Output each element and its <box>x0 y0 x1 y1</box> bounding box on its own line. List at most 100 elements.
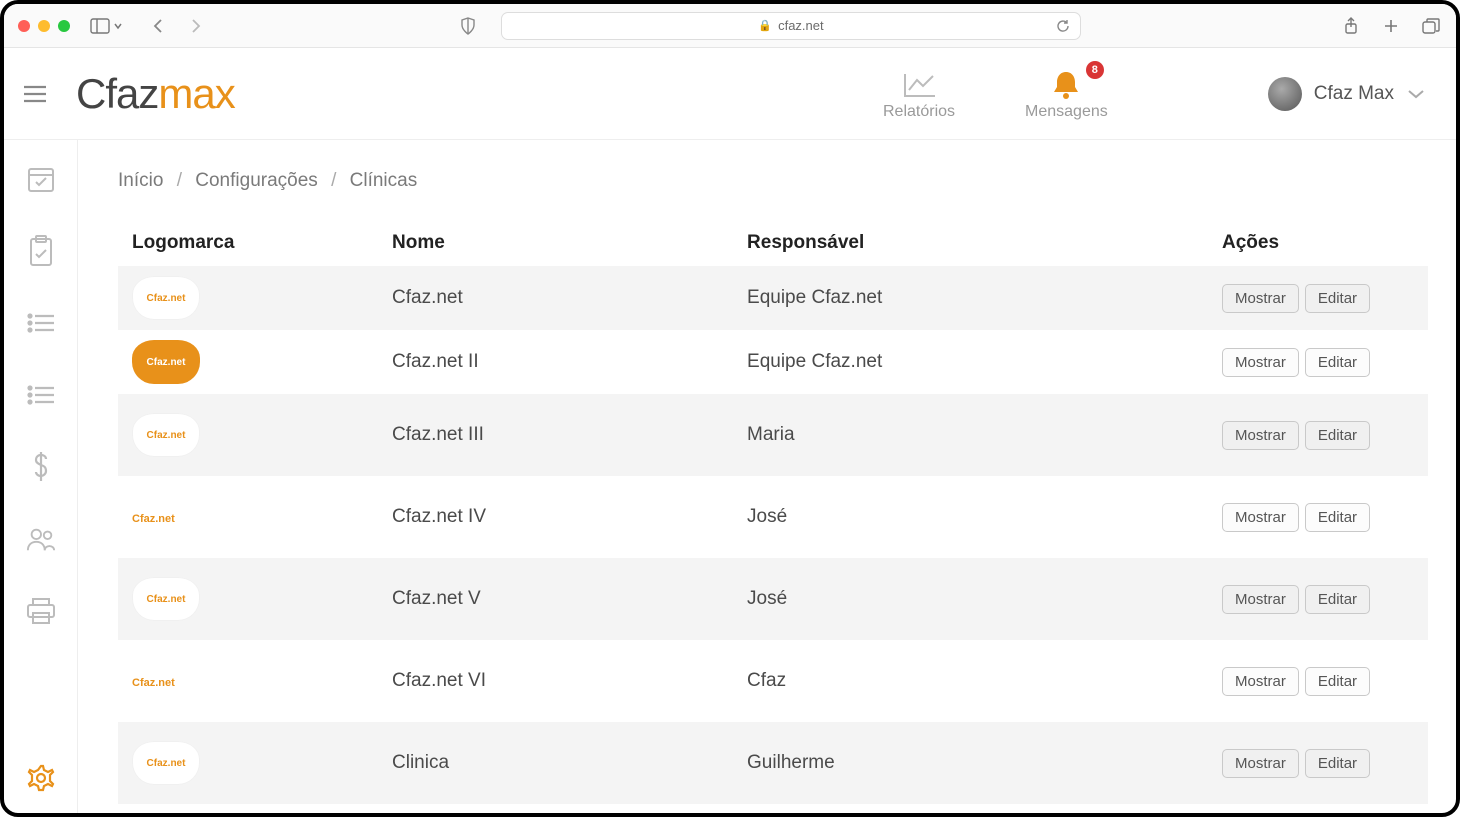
avatar <box>1268 77 1302 111</box>
edit-button[interactable]: Editar <box>1305 503 1370 532</box>
notification-badge: 8 <box>1086 61 1104 79</box>
minimize-icon[interactable] <box>38 20 50 32</box>
table-row: Cfaz.netCfaz.net IIIMariaMostrarEditar <box>118 394 1428 476</box>
cell-owner: José <box>733 558 1208 640</box>
col-owner: Responsável <box>733 220 1208 266</box>
table-row: Cfaz.netCfaz.netEquipe Cfaz.netMostrarEd… <box>118 266 1428 330</box>
cell-logo: Cfaz.net <box>118 476 378 558</box>
tabs-overview-icon[interactable] <box>1420 15 1442 37</box>
cell-owner: Equipe Cfaz.net <box>733 330 1208 394</box>
printer-icon[interactable] <box>26 596 56 626</box>
clinic-logo: Cfaz.net <box>132 677 175 689</box>
nav-reports-label: Relatórios <box>883 103 955 121</box>
clipboard-check-icon[interactable] <box>26 236 56 266</box>
cell-name: Clinica <box>378 722 733 804</box>
cell-actions: MostrarEditar <box>1208 640 1428 722</box>
cell-actions: MostrarEditar <box>1208 330 1428 394</box>
clinic-logo: Cfaz.net <box>132 577 200 621</box>
clinic-logo: Cfaz.net <box>132 513 175 525</box>
edit-button[interactable]: Editar <box>1305 421 1370 450</box>
cell-logo: Cfaz.net <box>118 722 378 804</box>
clinic-logo: Cfaz.net <box>132 276 200 320</box>
table-row: Cfaz.netCfaz.net VJoséMostrarEditar <box>118 558 1428 640</box>
forward-button[interactable] <box>185 15 207 37</box>
edit-button[interactable]: Editar <box>1305 749 1370 778</box>
nav-messages-label: Mensagens <box>1025 103 1108 121</box>
nav-messages[interactable]: 8 Mensagens <box>1025 67 1108 121</box>
lock-icon: 🔒 <box>758 19 772 32</box>
share-icon[interactable] <box>1340 15 1362 37</box>
traffic-lights <box>18 20 70 32</box>
user-name: Cfaz Max <box>1314 83 1394 105</box>
clinic-logo: Cfaz.net <box>132 340 200 384</box>
maximize-icon[interactable] <box>58 20 70 32</box>
chevron-down-icon <box>1406 88 1426 100</box>
logo-suffix: max <box>158 70 234 117</box>
cell-owner: Equipe Cfaz.net <box>733 266 1208 330</box>
new-tab-icon[interactable] <box>1380 15 1402 37</box>
table-row: Cfaz.netCfaz.net IVJoséMostrarEditar <box>118 476 1428 558</box>
cell-logo: Cfaz.net <box>118 394 378 476</box>
logo-prefix: Cfaz <box>76 70 158 117</box>
cell-actions: MostrarEditar <box>1208 722 1428 804</box>
user-menu[interactable]: Cfaz Max <box>1268 77 1426 111</box>
col-name: Nome <box>378 220 733 266</box>
cell-owner: Cfaz <box>733 640 1208 722</box>
side-rail <box>4 140 78 813</box>
menu-toggle-button[interactable] <box>22 84 50 104</box>
chart-line-icon <box>883 67 955 103</box>
cell-name: Cfaz.net III <box>378 394 733 476</box>
edit-button[interactable]: Editar <box>1305 667 1370 696</box>
clinic-logo: Cfaz.net <box>132 413 200 457</box>
cell-owner: Guilherme <box>733 722 1208 804</box>
app-logo[interactable]: Cfazmax <box>76 70 235 118</box>
table-row: Cfaz.netClinicaGuilhermeMostrarEditar <box>118 722 1428 804</box>
users-icon[interactable] <box>26 524 56 554</box>
breadcrumb-home[interactable]: Início <box>118 170 163 191</box>
show-button[interactable]: Mostrar <box>1222 503 1299 532</box>
col-logo: Logomarca <box>118 220 378 266</box>
dollar-icon[interactable] <box>26 452 56 482</box>
privacy-shield-icon[interactable] <box>457 15 479 37</box>
clinic-logo: Cfaz.net <box>132 741 200 785</box>
list-icon[interactable] <box>26 308 56 338</box>
url-bar[interactable]: 🔒 cfaz.net <box>501 12 1081 40</box>
app-header: Cfazmax Relatórios 8 Mensagens Cfaz Max <box>4 48 1456 140</box>
edit-button[interactable]: Editar <box>1305 348 1370 377</box>
cell-logo: Cfaz.net <box>118 640 378 722</box>
cell-name: Cfaz.net <box>378 266 733 330</box>
cell-actions: MostrarEditar <box>1208 476 1428 558</box>
cell-actions: MostrarEditar <box>1208 266 1428 330</box>
close-icon[interactable] <box>18 20 30 32</box>
show-button[interactable]: Mostrar <box>1222 284 1299 313</box>
show-button[interactable]: Mostrar <box>1222 421 1299 450</box>
edit-button[interactable]: Editar <box>1305 284 1370 313</box>
content-area: Início / Configurações / Clínicas Logoma… <box>4 140 1456 813</box>
cell-actions: MostrarEditar <box>1208 394 1428 476</box>
list-alt-icon[interactable] <box>26 380 56 410</box>
breadcrumb-current: Clínicas <box>350 170 418 191</box>
cell-name: Cfaz.net VI <box>378 640 733 722</box>
clinics-table: Logomarca Nome Responsável Ações Cfaz.ne… <box>118 220 1428 804</box>
cell-name: Cfaz.net V <box>378 558 733 640</box>
cell-name: Cfaz.net IV <box>378 476 733 558</box>
show-button[interactable]: Mostrar <box>1222 348 1299 377</box>
url-text: cfaz.net <box>778 18 824 33</box>
cell-name: Cfaz.net II <box>378 330 733 394</box>
show-button[interactable]: Mostrar <box>1222 749 1299 778</box>
back-button[interactable] <box>147 15 169 37</box>
breadcrumb: Início / Configurações / Clínicas <box>118 170 1428 192</box>
cell-owner: Maria <box>733 394 1208 476</box>
main-content: Início / Configurações / Clínicas Logoma… <box>78 140 1456 813</box>
cell-actions: MostrarEditar <box>1208 558 1428 640</box>
show-button[interactable]: Mostrar <box>1222 585 1299 614</box>
cell-logo: Cfaz.net <box>118 266 378 330</box>
refresh-icon[interactable] <box>1056 19 1070 33</box>
breadcrumb-settings[interactable]: Configurações <box>195 170 318 191</box>
calendar-check-icon[interactable] <box>26 164 56 194</box>
edit-button[interactable]: Editar <box>1305 585 1370 614</box>
sidebar-toggle-button[interactable] <box>90 18 123 34</box>
gear-icon[interactable] <box>26 763 56 793</box>
nav-reports[interactable]: Relatórios <box>883 67 955 121</box>
show-button[interactable]: Mostrar <box>1222 667 1299 696</box>
